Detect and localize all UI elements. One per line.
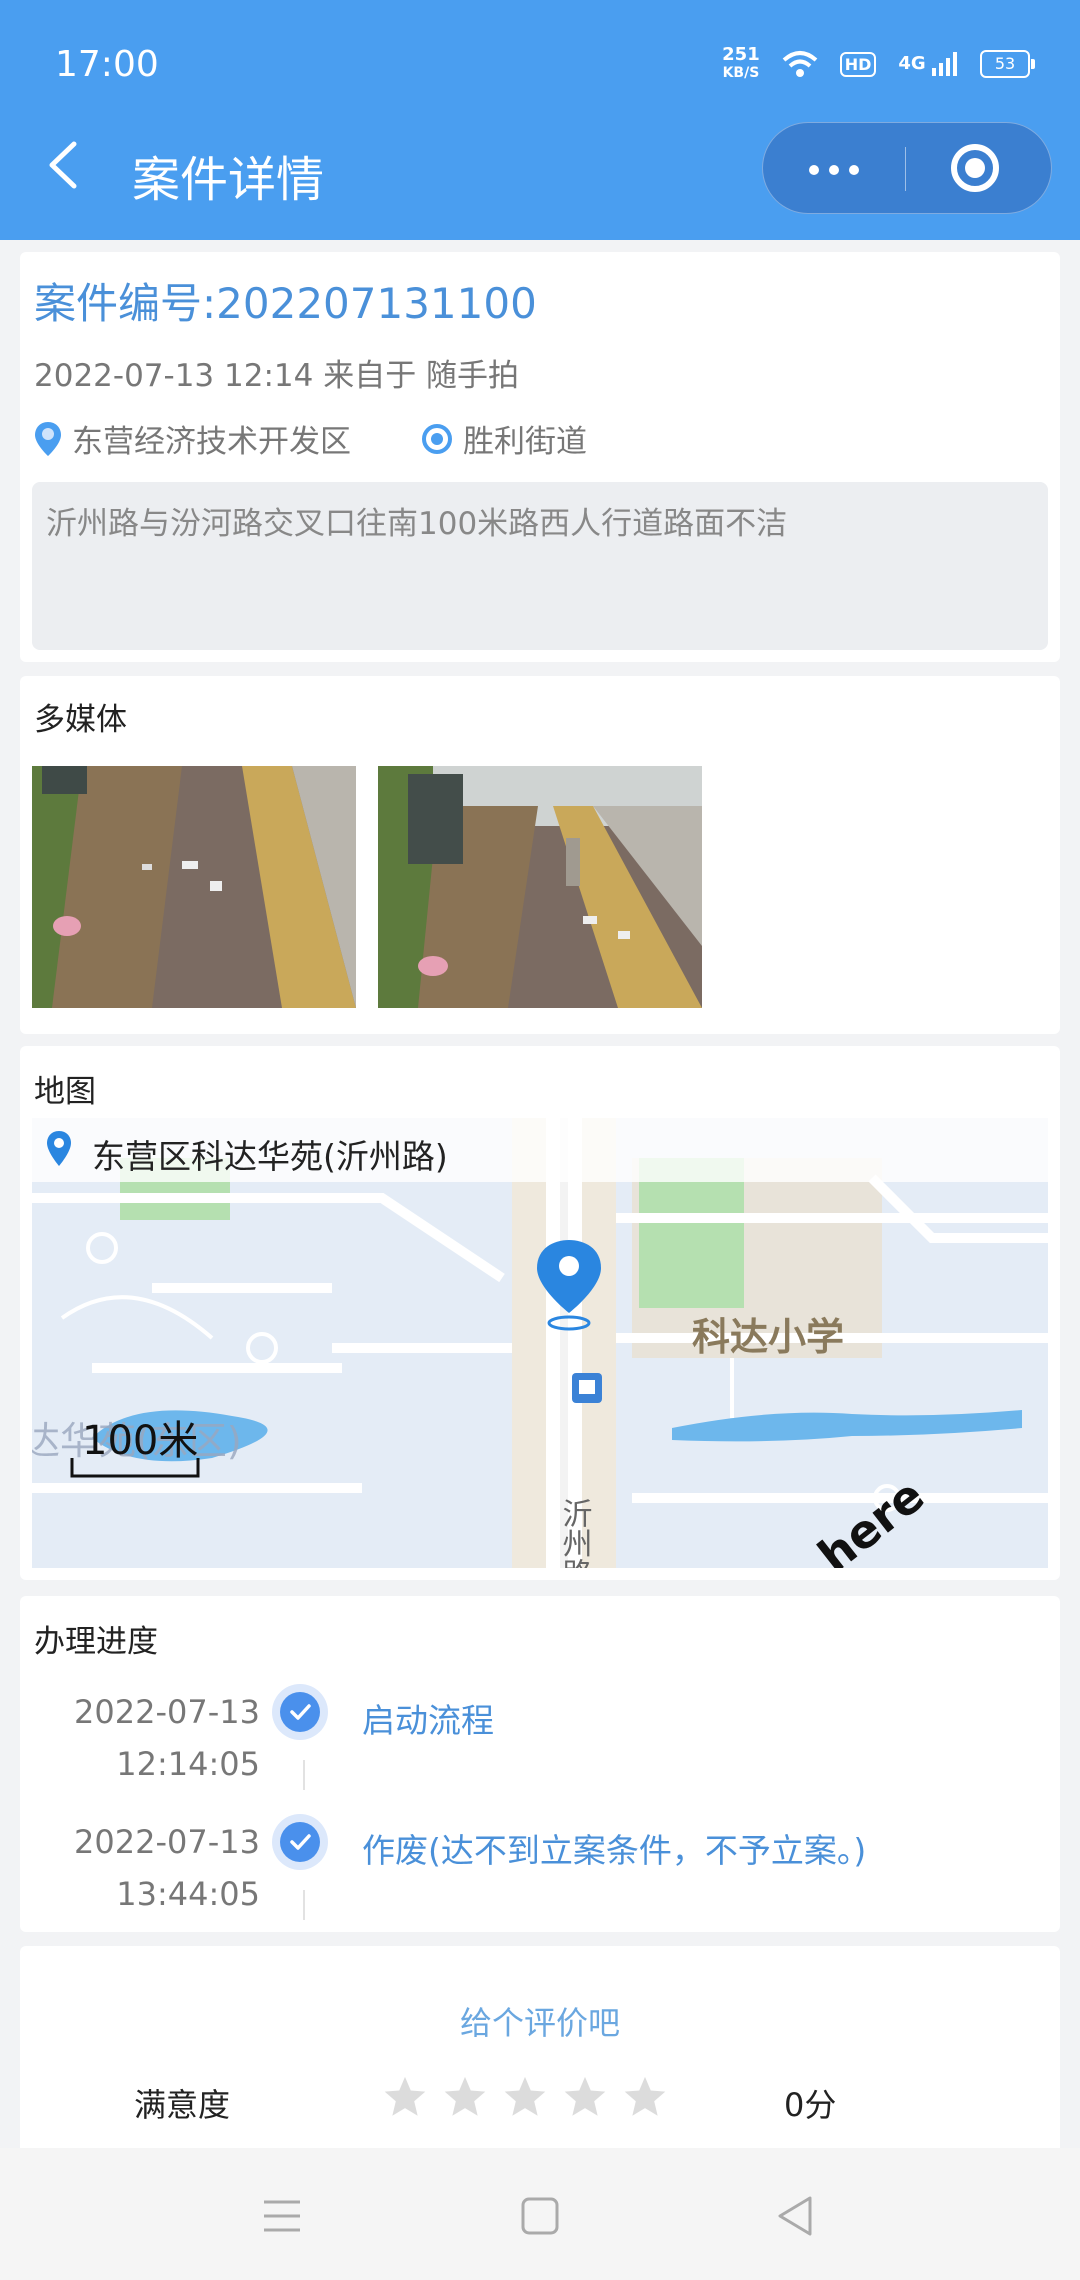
- star-rating[interactable]: [382, 2074, 668, 2120]
- map-view[interactable]: 科达小学 达华苑(东区) 沂州路 100米 here 东营区科达华苑(沂州路): [32, 1118, 1048, 1568]
- system-nav-bar: [0, 2148, 1080, 2280]
- battery-icon: 53: [980, 50, 1035, 78]
- media-card: 多媒体: [20, 676, 1060, 1034]
- star-icon[interactable]: [622, 2074, 668, 2120]
- map-scale-label: 100米: [82, 1418, 198, 1464]
- media-photo-2[interactable]: [378, 766, 702, 1008]
- satisfaction-label: 满意度: [134, 2086, 231, 2124]
- progress-step-datetime: 2022-07-13 12:14:05: [74, 1693, 260, 1783]
- progress-step-datetime: 2022-07-13 13:44:05: [74, 1823, 260, 1913]
- star-icon[interactable]: [382, 2074, 428, 2120]
- street-label: 胜利街道: [463, 424, 587, 460]
- menu-icon[interactable]: [262, 2198, 302, 2234]
- case-description-box: 沂州路与汾河路交叉口往南100米路西人行道路面不洁: [32, 482, 1048, 650]
- location-row: 东营经济技术开发区 胜利街道: [34, 416, 587, 461]
- status-time: 17:00: [55, 44, 159, 85]
- star-icon[interactable]: [502, 2074, 548, 2120]
- case-meta: 2022-07-13 12:14 来自于 随手拍: [34, 358, 520, 394]
- check-icon: [280, 1692, 320, 1732]
- map-label-school: 科达小学: [692, 1315, 844, 1359]
- capsule-divider: [905, 147, 906, 191]
- case-info-card: 案件编号:202207131100 2022-07-13 12:14 来自于 随…: [20, 252, 1060, 662]
- back-arrow-icon[interactable]: [44, 140, 80, 190]
- map-pin-icon: [47, 1131, 71, 1166]
- map-address-bar: 东营区科达华苑(沂州路): [32, 1118, 1048, 1182]
- wifi-icon: [782, 51, 818, 77]
- status-icons: 251 KB/S HD 4G 53: [722, 44, 1035, 84]
- page-title: 案件详情: [132, 152, 325, 208]
- street-target-icon: [422, 423, 452, 454]
- case-number: 案件编号:202207131100: [34, 279, 537, 328]
- home-icon[interactable]: [520, 2196, 560, 2236]
- star-icon[interactable]: [562, 2074, 608, 2120]
- progress-step-text: 启动流程: [362, 1701, 494, 1740]
- rating-prompt: 给个评价吧: [459, 2004, 620, 2042]
- map-card: 地图 科达小学 达华苑(东区) 沂州路 100米 here 东营区科达华苑(沂州…: [20, 1046, 1060, 1580]
- app-header: 17:00 251 KB/S HD 4G 53 案件详情: [0, 0, 1080, 240]
- hd-icon: HD: [839, 51, 877, 77]
- map-label-road: 沂州路: [557, 1498, 593, 1568]
- close-mini-program-icon[interactable]: [951, 144, 999, 192]
- mini-program-capsule: [762, 122, 1052, 214]
- more-button[interactable]: [763, 123, 905, 213]
- map-title: 地图: [34, 1074, 96, 1110]
- map-address: 东营区科达华苑(沂州路): [92, 1137, 448, 1176]
- media-photo-1[interactable]: [32, 766, 356, 1008]
- progress-step-text: 作废(达不到立案条件，不予立案。): [362, 1831, 867, 1870]
- check-icon: [280, 1822, 320, 1862]
- back-icon[interactable]: [774, 2194, 814, 2238]
- progress-card: 办理进度 2022-07-13 12:14:05 启动流程 2022-07-13…: [20, 1596, 1060, 1932]
- case-description: 沂州路与汾河路交叉口往南100米路西人行道路面不洁: [46, 506, 788, 542]
- timeline-line: [303, 1890, 305, 1920]
- media-title: 多媒体: [34, 702, 127, 738]
- star-icon[interactable]: [442, 2074, 488, 2120]
- timeline-line: [303, 1760, 305, 1790]
- rating-score: 0分: [784, 2086, 837, 2124]
- district-label: 东营经济技术开发区: [72, 424, 351, 460]
- signal-icon: 4G: [898, 52, 958, 76]
- progress-title: 办理进度: [34, 1624, 158, 1660]
- rating-card: 给个评价吧 满意度 0分: [20, 1946, 1060, 2148]
- net-speed: 251 KB/S: [722, 44, 760, 82]
- location-pin-icon: [35, 421, 61, 456]
